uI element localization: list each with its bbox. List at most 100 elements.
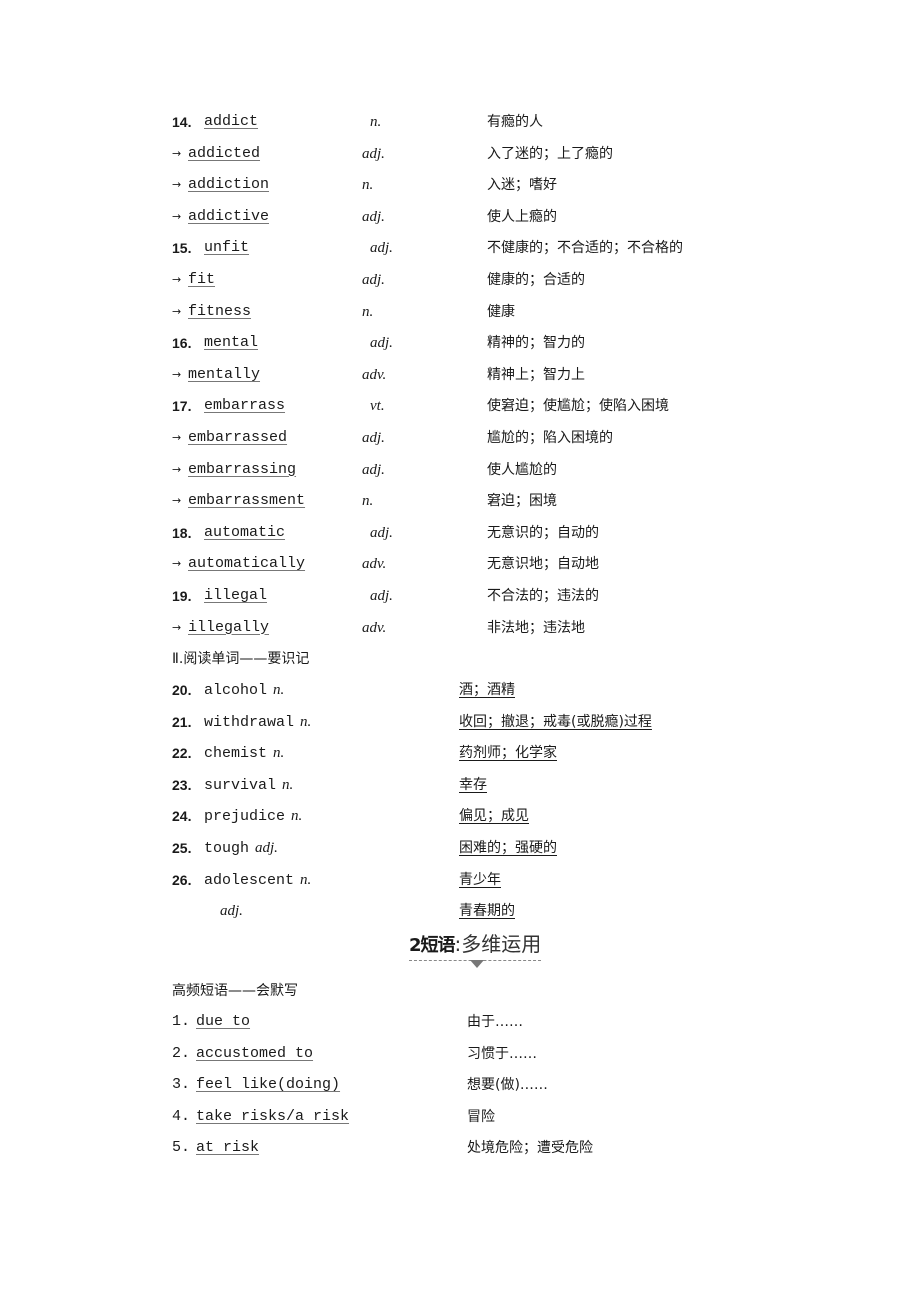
phrase-meaning: 想要(做)……: [467, 1077, 548, 1094]
vocab-word: embarrassed: [188, 429, 288, 446]
phrase-meaning: 由于……: [467, 1014, 523, 1030]
item-number: 2.: [172, 1044, 191, 1062]
item-number: 22.: [172, 745, 192, 762]
item-number: 16.: [172, 335, 192, 352]
vocab-word: fitness: [188, 302, 252, 320]
part-of-speech: adj.: [362, 272, 385, 288]
phrase-meaning: 处境危险；遭受危险: [467, 1140, 593, 1157]
phrase-text: take risks/a risk: [196, 1107, 350, 1125]
reading-word: alcohol n.: [204, 678, 284, 703]
part-of-speech: adj.: [362, 461, 385, 478]
item-number: 17.: [172, 398, 192, 415]
item-number: 23.: [172, 776, 192, 793]
reading-word: prejudice n.: [204, 804, 302, 829]
part-of-speech: n.: [282, 776, 294, 793]
item-number: 15.: [172, 240, 192, 257]
arrow-right-icon: →: [172, 273, 182, 286]
arrow-right-icon: →: [172, 620, 182, 634]
part-of-speech: adj.: [362, 430, 385, 446]
part-of-speech: n.: [362, 303, 374, 320]
item-number: 4.: [172, 1107, 191, 1125]
item-number: 21.: [172, 713, 192, 730]
vocab-word: automatic: [204, 523, 286, 541]
reading-meaning: 青春期的: [459, 903, 515, 920]
vocab-word: automatically: [188, 555, 306, 573]
vocab-word: embarrass: [204, 397, 286, 415]
part-of-speech: adj.: [370, 524, 393, 541]
part-of-speech: adj.: [255, 840, 278, 856]
part-of-speech: n.: [291, 808, 303, 825]
banner-title: 2短语:多维运用: [409, 930, 542, 961]
vocab-word: mental: [204, 334, 259, 352]
vocab-word: illegally: [188, 618, 270, 636]
reading-word: chemist n.: [204, 741, 284, 766]
phrase-meaning: 习惯于……: [467, 1045, 537, 1062]
banner-bold-text: 2短语: [409, 935, 456, 956]
reading-word: tough adj.: [204, 836, 278, 861]
part-of-speech: adv.: [362, 366, 387, 383]
part-of-speech: adj.: [220, 903, 243, 920]
vocab-meaning: 非法地；违法地: [487, 619, 585, 636]
phrase-text: accustomed to: [196, 1044, 314, 1062]
part-of-speech: n.: [300, 713, 312, 730]
item-number: 25.: [172, 840, 192, 856]
vocab-word: mentally: [188, 365, 261, 383]
vocab-word: addiction: [188, 176, 270, 194]
item-number: 18.: [172, 524, 192, 541]
item-number: 26.: [172, 871, 192, 888]
reading-word-text: survival: [204, 776, 277, 794]
vocab-meaning: 不合法的；违法的: [487, 588, 599, 604]
phrase-text: feel like(doing): [196, 1076, 341, 1094]
reading-meaning: 偏见；成见: [459, 808, 529, 825]
vocab-meaning: 使人上瘾的: [487, 208, 557, 225]
vocab-meaning: 入迷；嗜好: [487, 177, 557, 194]
phrase-meaning: 冒险: [467, 1108, 495, 1125]
reading-word: adj.: [214, 899, 243, 924]
arrow-right-icon: →: [172, 462, 182, 476]
item-number: 3.: [172, 1076, 191, 1094]
vocab-word: embarrassing: [188, 460, 297, 478]
part-of-speech: n.: [362, 493, 374, 510]
reading-word: adolescent n.: [204, 868, 311, 893]
vocab-meaning: 不健康的；不合适的；不合格的: [487, 240, 683, 257]
vocab-word: addictive: [188, 207, 270, 225]
part-of-speech: adj.: [362, 208, 385, 225]
part-of-speech: adv.: [362, 556, 387, 573]
triangle-down-icon: [470, 960, 484, 968]
reading-word-text: withdrawal: [204, 713, 295, 731]
vocab-meaning: 健康的；合适的: [487, 272, 585, 288]
reading-meaning: 药剂师；化学家: [459, 745, 557, 762]
vocab-meaning: 使窘迫；使尴尬；使陷入困境: [487, 398, 669, 415]
reading-word-text: alcohol: [204, 682, 268, 699]
reading-meaning: 酒；酒精: [459, 682, 515, 698]
part-of-speech: n.: [362, 177, 374, 194]
item-number: 1.: [172, 1013, 191, 1030]
arrow-right-icon: →: [172, 431, 182, 444]
phrase-section-heading: 高频短语——会默写: [172, 983, 298, 999]
phrase-text: due to: [196, 1013, 251, 1030]
reading-meaning: 幸存: [459, 776, 487, 793]
vocab-meaning: 无意识地；自动地: [487, 556, 599, 573]
vocab-meaning: 精神的；智力的: [487, 335, 585, 352]
part-of-speech: n.: [370, 114, 382, 130]
vocab-word: illegal: [204, 587, 268, 604]
arrow-right-icon: →: [172, 557, 182, 571]
arrow-right-icon: →: [172, 178, 182, 192]
vocab-word: addicted: [188, 144, 261, 162]
part-of-speech: n.: [273, 682, 285, 698]
vocab-meaning: 无意识的；自动的: [487, 524, 599, 541]
part-of-speech: adj.: [370, 588, 393, 604]
vocab-word: addict: [204, 113, 259, 130]
reading-word-text: adolescent: [204, 871, 295, 889]
reading-word-text: chemist: [204, 745, 268, 763]
part-of-speech: adj.: [362, 145, 385, 162]
document-page: 14. addict n. 有瘾的人 → addicted adj. 入了迷的；上了瘾的 → ad…: [0, 0, 920, 1302]
vocab-meaning: 尴尬的；陷入困境的: [487, 430, 613, 446]
arrow-right-icon: →: [172, 494, 182, 508]
item-number: 20.: [172, 682, 192, 698]
banner-light-text: 多维运用: [461, 932, 542, 956]
vocab-meaning: 使人尴尬的: [487, 461, 557, 478]
reading-word: survival n.: [204, 773, 293, 798]
reading-meaning: 收回；撤退；戒毒(或脱瘾)过程: [459, 713, 652, 730]
item-number: 5.: [172, 1139, 191, 1157]
